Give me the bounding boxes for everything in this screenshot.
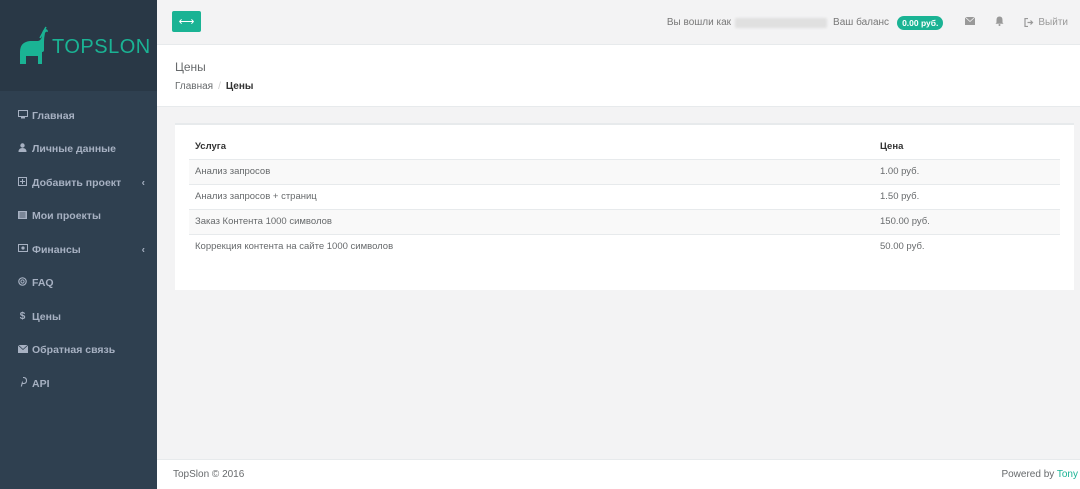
column-header-service: Услуга	[189, 135, 874, 160]
sidebar-item-label: API	[32, 377, 50, 390]
footer-copyright: TopSlon © 2016	[173, 469, 245, 480]
sidebar-item-finance[interactable]: Финансы ‹	[0, 233, 157, 267]
service-cell: Коррекция контента на сайте 1000 символо…	[195, 241, 394, 253]
balance-badge: 0.00 руб.	[897, 15, 944, 30]
sign-out-icon	[1024, 18, 1034, 27]
sidebar-item-label: Добавить проект	[32, 176, 122, 189]
sidebar-toggle-button[interactable]: ⟷	[172, 11, 201, 32]
sidebar-item-my-projects[interactable]: Мои проекты	[0, 200, 157, 234]
envelope-icon	[17, 344, 28, 356]
price-cell: 50.00 руб.	[880, 241, 925, 253]
service-cell: Анализ запросов + страниц	[189, 184, 874, 210]
money-icon	[17, 244, 28, 255]
powered-by-label: Powered by	[1001, 469, 1055, 480]
price-cell: 1.50 руб.	[874, 184, 1060, 210]
lifebuoy-icon	[17, 277, 28, 289]
logout-button[interactable]: Выйти	[1024, 17, 1068, 28]
service-cell: Анализ запросов	[189, 159, 874, 185]
sidebar-item-label: Главная	[32, 109, 75, 122]
sidebar-item-feedback[interactable]: Обратная связь	[0, 334, 157, 368]
breadcrumb-current: Цены	[225, 81, 254, 92]
service-cell: Заказ Контента 1000 символов	[189, 209, 874, 235]
chevron-left-icon: ‹	[141, 177, 145, 189]
bell-icon[interactable]	[995, 16, 1004, 29]
login-label: Вы вошли как	[666, 17, 732, 28]
table-row: Анализ запросов 1.00 руб.	[189, 159, 1060, 185]
footer: TopSlon © 2016 Powered by Tony	[157, 459, 1080, 489]
page-title: Цены	[175, 60, 206, 74]
dollar-icon: $	[19, 311, 26, 323]
price-cell: 150.00 руб.	[874, 209, 1060, 235]
page-heading: Цены Главная / Цены	[157, 45, 1080, 107]
breadcrumb-home-link[interactable]: Главная	[175, 81, 213, 92]
sidebar-item-prices[interactable]: $ Цены	[0, 300, 157, 334]
sidebar-item-personal-data[interactable]: Личные данные	[0, 133, 157, 167]
sidebar-item-label: Обратная связь	[32, 344, 116, 357]
list-icon	[17, 210, 28, 222]
sidebar-item-label: Личные данные	[32, 143, 116, 156]
elephant-logo-icon	[20, 26, 48, 64]
table-header-row: Услуга Цена	[189, 135, 1060, 160]
breadcrumb-separator: /	[218, 81, 221, 92]
sidebar-item-add-project[interactable]: Добавить проект ‹	[0, 166, 157, 200]
sidebar-item-api[interactable]: API	[0, 367, 157, 401]
table-row: Заказ Контента 1000 символов 150.00 руб.	[189, 209, 1060, 235]
chevron-left-icon: ‹	[141, 244, 145, 256]
prices-card: Услуга Цена Анализ запросов 1.00 руб. Ан…	[175, 123, 1074, 290]
logo[interactable]: TOPSLON	[0, 0, 157, 91]
table-row: Анализ запросов + страниц 1.50 руб.	[189, 184, 1060, 210]
sidebar: TOPSLON Главная Личные данные Добавить п…	[0, 0, 157, 489]
envelope-icon[interactable]	[965, 16, 976, 28]
footer-powered: Powered by Tony	[1001, 469, 1078, 480]
sidebar-item-label: FAQ	[32, 277, 54, 290]
table-row: Коррекция контента на сайте 1000 символо…	[189, 234, 1060, 259]
brand-name: TOPSLON	[52, 36, 151, 58]
sidebar-nav: Главная Личные данные Добавить проект ‹ …	[0, 91, 157, 401]
author-link[interactable]: Tony	[1057, 469, 1078, 480]
price-cell: 1.00 руб.	[874, 159, 1060, 185]
username-redacted	[735, 17, 828, 28]
plus-square-icon	[17, 176, 28, 189]
topbar-user-area: Вы вошли как Ваш баланс 0.00 руб. Выйти	[667, 0, 1068, 45]
top-navbar: ⟷ Вы вошли как Ваш баланс 0.00 руб. Выйт…	[157, 0, 1080, 45]
sidebar-item-faq[interactable]: FAQ	[0, 267, 157, 301]
sidebar-item-label: Мои проекты	[32, 210, 101, 223]
sidebar-item-home[interactable]: Главная	[0, 99, 157, 133]
sidebar-item-label: Цены	[32, 310, 61, 323]
user-icon	[17, 143, 28, 155]
balance-label: Ваш баланс	[833, 17, 890, 28]
pinterest-icon	[17, 377, 28, 390]
column-header-price: Цена	[874, 135, 1060, 160]
prices-table: Услуга Цена Анализ запросов 1.00 руб. Ан…	[189, 135, 1060, 259]
breadcrumb: Главная / Цены	[175, 81, 1080, 92]
sidebar-item-label: Финансы	[32, 243, 81, 256]
desktop-icon	[17, 109, 28, 122]
logout-label: Выйти	[1038, 17, 1068, 28]
arrows-h-icon: ⟷	[178, 16, 195, 28]
